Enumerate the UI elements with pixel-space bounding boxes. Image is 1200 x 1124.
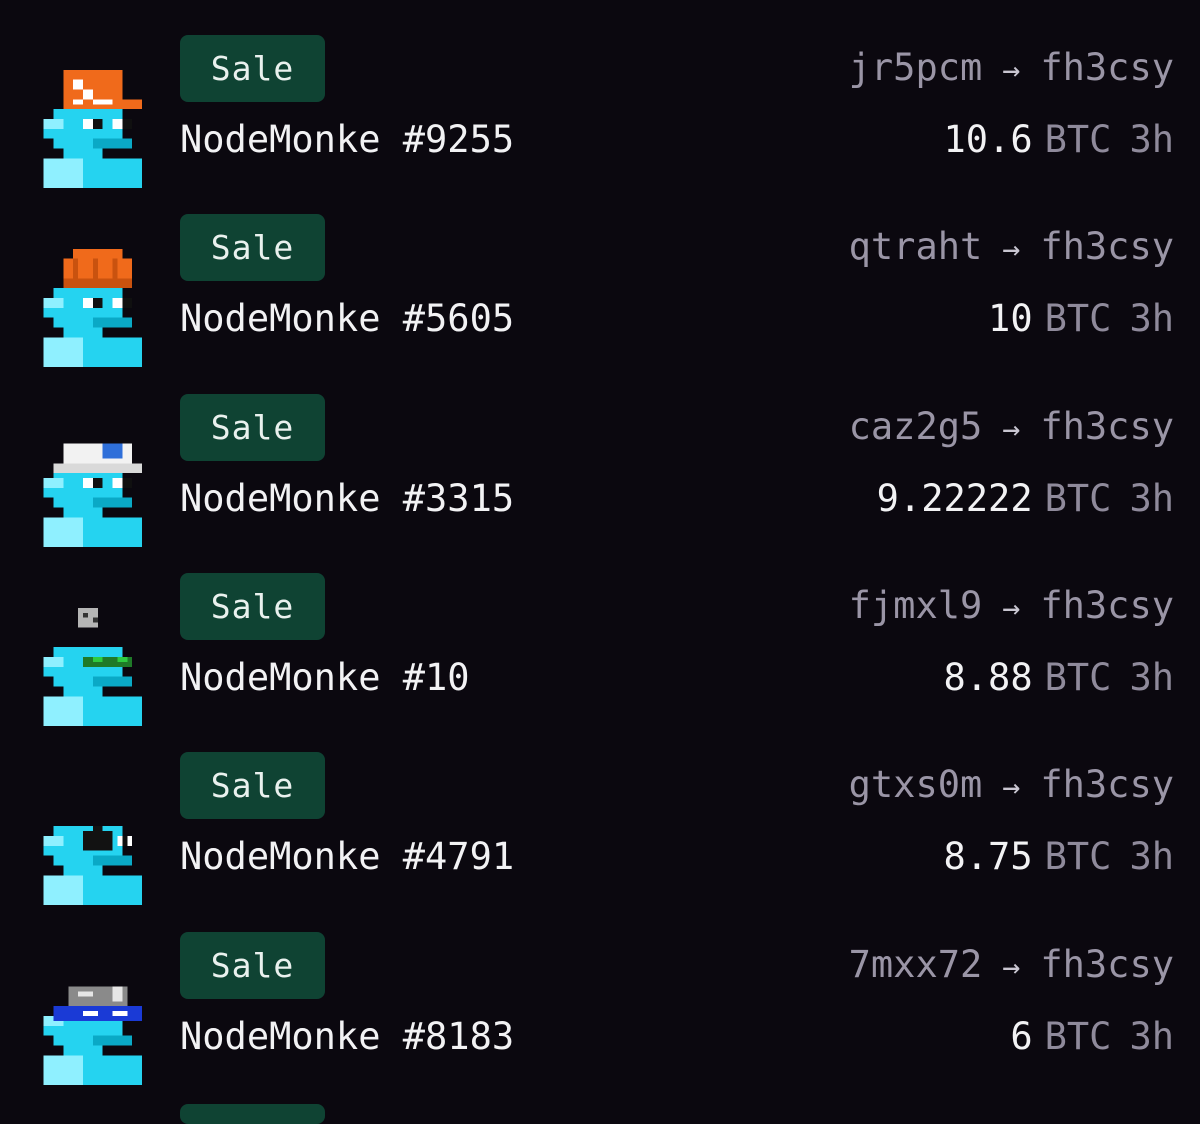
sale-badge[interactable]: Sale (180, 35, 325, 102)
buyer-address-link[interactable]: fh3csy (1040, 405, 1174, 448)
arrow-right-icon: → (1002, 770, 1021, 805)
seller-address-link[interactable]: 7mxx72 (849, 943, 983, 986)
price-amount: 8.75 (943, 835, 1033, 878)
buyer-address-link[interactable]: fh3csy (1040, 943, 1174, 986)
sale-row[interactable]: Sale NodeMonke #9255 jr5pcm → fh3csy 10.6 B… (0, 35, 1200, 195)
arrow-right-icon: → (1002, 232, 1021, 267)
price-currency: BTC (1044, 477, 1112, 520)
sale-row[interactable]: Sale NodeMonke #8183 7mxx72 → fh3csy 6 BTC 3… (0, 932, 1200, 1092)
nft-name-link[interactable]: NodeMonke #9255 (180, 115, 514, 165)
buyer-address-link[interactable]: fh3csy (1040, 225, 1174, 268)
sale-badge[interactable]: Sale (180, 394, 325, 461)
price-amount: 8.88 (943, 656, 1033, 699)
nodemonke-avatar (43, 443, 142, 547)
sale-price: 8.75 BTC 3h (944, 832, 1175, 882)
nft-name-link[interactable]: NodeMonke #3315 (180, 474, 514, 524)
nodemonke-avatar (43, 69, 142, 188)
white-cap-icon (53, 443, 142, 474)
sale-price: 6 BTC 3h (1010, 1012, 1174, 1062)
seller-address-link[interactable]: qtraht (849, 225, 983, 268)
nft-name-link[interactable]: NodeMonke #10 (180, 653, 470, 703)
blue-visor-icon (53, 986, 142, 1021)
nodemonke-avatar (43, 986, 142, 1085)
sale-badge[interactable]: Sale (180, 214, 325, 281)
transfer-addresses: qtraht → fh3csy (849, 222, 1174, 275)
buyer-address-link[interactable]: fh3csy (1040, 763, 1174, 806)
sale-row[interactable]: Sale NodeMonke #10 fjmxl9 → fh3csy 8.88 BTC… (0, 573, 1200, 733)
price-amount: 10 (988, 297, 1033, 340)
orange-beanie-icon (63, 248, 133, 289)
price-currency: BTC (1044, 297, 1112, 340)
transfer-addresses: jr5pcm → fh3csy (849, 43, 1174, 96)
price-amount: 6 (1010, 1015, 1033, 1058)
seller-address-link[interactable]: gtxs0m (849, 763, 983, 806)
sale-price: 10 BTC 3h (988, 294, 1174, 344)
nft-name-link[interactable]: NodeMonke #4791 (180, 832, 514, 882)
arrow-right-icon: → (1002, 412, 1021, 447)
sale-badge[interactable]: Sale (180, 573, 325, 640)
nft-name-link[interactable]: NodeMonke #8183 (180, 1012, 514, 1062)
price-amount: 9.22222 (876, 477, 1033, 520)
transfer-addresses: fjmxl9 → fh3csy (849, 581, 1174, 634)
sale-price: 9.22222 BTC 3h (877, 474, 1174, 524)
price-currency: BTC (1044, 1015, 1112, 1058)
sale-age: 3h (1129, 656, 1174, 699)
sale-age: 3h (1129, 297, 1174, 340)
sale-age: 3h (1129, 118, 1174, 161)
sales-feed: Sale NodeMonke #9255 jr5pcm → fh3csy 10.6 B… (0, 0, 1200, 1124)
price-amount: 10.6 (943, 118, 1033, 161)
seller-address-link[interactable]: jr5pcm (849, 46, 983, 89)
buyer-address-link[interactable]: fh3csy (1040, 584, 1174, 627)
sale-price: 8.88 BTC 3h (944, 653, 1175, 703)
transfer-addresses: 7mxx72 → fh3csy (849, 940, 1174, 993)
sale-row[interactable]: Sale NodeMonke #4791 gtxs0m → fh3csy 8.75 B… (0, 752, 1200, 912)
next-sale-badge-partial[interactable] (180, 1104, 325, 1124)
seller-address-link[interactable]: caz2g5 (849, 405, 983, 448)
price-currency: BTC (1044, 835, 1112, 878)
sale-age: 3h (1129, 835, 1174, 878)
sale-age: 3h (1129, 1015, 1174, 1058)
transfer-addresses: caz2g5 → fh3csy (849, 402, 1174, 455)
sale-badge[interactable]: Sale (180, 752, 325, 819)
orange-terminal-cap-icon (63, 69, 142, 110)
transfer-addresses: gtxs0m → fh3csy (849, 760, 1174, 813)
buyer-address-link[interactable]: fh3csy (1040, 46, 1174, 89)
arrow-right-icon: → (1002, 950, 1021, 985)
sale-age: 3h (1129, 477, 1174, 520)
nodemonke-avatar (43, 248, 142, 367)
arrow-right-icon: → (1002, 591, 1021, 626)
sale-row[interactable]: Sale NodeMonke #3315 caz2g5 → fh3csy 9.222… (0, 394, 1200, 554)
nodemonke-avatar (43, 826, 142, 905)
nft-name-link[interactable]: NodeMonke #5605 (180, 294, 514, 344)
sale-price: 10.6 BTC 3h (944, 115, 1175, 165)
sale-row[interactable]: Sale NodeMonke #5605 qtraht → fh3csy 10 BTC… (0, 214, 1200, 374)
seller-address-link[interactable]: fjmxl9 (849, 584, 983, 627)
green-shades-icon (78, 607, 133, 667)
nodemonke-avatar (43, 607, 142, 726)
price-currency: BTC (1044, 656, 1112, 699)
arrow-right-icon: → (1002, 53, 1021, 88)
price-currency: BTC (1044, 118, 1112, 161)
sale-badge[interactable]: Sale (180, 932, 325, 999)
